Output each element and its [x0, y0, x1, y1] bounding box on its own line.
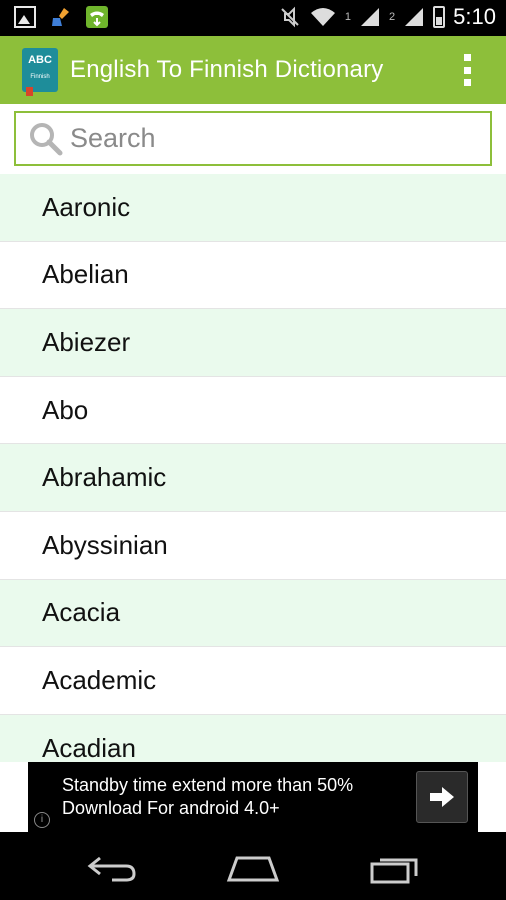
- action-bar: ABC Finnish English To Finnish Dictionar…: [0, 36, 506, 104]
- list-item[interactable]: Academic: [0, 647, 506, 715]
- list-item[interactable]: Abo: [0, 377, 506, 445]
- app-logo-icon: ABC Finnish: [22, 48, 58, 96]
- app-title: English To Finnish Dictionary: [70, 56, 384, 83]
- signal-icon: [359, 6, 381, 28]
- ad-line-2: Download For android 4.0+: [62, 798, 280, 818]
- logo-text-bottom: Finnish: [30, 74, 50, 80]
- list-item[interactable]: Abrahamic: [0, 444, 506, 512]
- wifi-icon: [309, 6, 337, 28]
- list-item[interactable]: Aaronic: [0, 174, 506, 242]
- navigation-bar: [0, 832, 506, 900]
- ad-line-1: Standby time extend more than 50%: [62, 775, 354, 795]
- phone-icon: [86, 6, 108, 28]
- bookmark-ribbon: [26, 87, 33, 96]
- ad-arrow-button[interactable]: [416, 771, 468, 823]
- status-time: 5:10: [453, 4, 496, 29]
- cleaner-icon: [50, 6, 72, 28]
- search-box: [14, 111, 492, 166]
- ad-text: Standby time extend more than 50% Downlo…: [62, 774, 353, 820]
- search-icon: [30, 123, 63, 156]
- list-item[interactable]: Abiezer: [0, 309, 506, 377]
- list-item[interactable]: Acadian: [0, 714, 506, 762]
- ad-banner[interactable]: Standby time extend more than 50% Downlo…: [28, 762, 478, 832]
- list-item[interactable]: Acacia: [0, 579, 506, 648]
- info-icon[interactable]: i: [34, 812, 50, 828]
- home-icon[interactable]: [223, 850, 283, 886]
- recent-apps-icon[interactable]: [366, 850, 426, 886]
- search-input[interactable]: [70, 113, 480, 164]
- battery-icon: [433, 6, 446, 28]
- list-item[interactable]: Abyssinian: [0, 512, 506, 580]
- sim2-label: 2: [389, 11, 396, 23]
- back-icon[interactable]: [82, 850, 142, 886]
- logo-text-top: ABC: [28, 54, 52, 66]
- sim1-label: 1: [344, 11, 352, 23]
- overflow-menu-icon[interactable]: [462, 54, 472, 86]
- signal-icon: [403, 6, 425, 28]
- mute-icon: [279, 6, 301, 28]
- list-item[interactable]: Abelian: [0, 242, 506, 310]
- status-bar: 1 2 5:10: [0, 0, 506, 36]
- word-list: Aaronic Abelian Abiezer Abo Abrahamic Ab…: [0, 174, 506, 762]
- gallery-icon: [14, 6, 36, 28]
- arrow-right-icon: [430, 787, 454, 807]
